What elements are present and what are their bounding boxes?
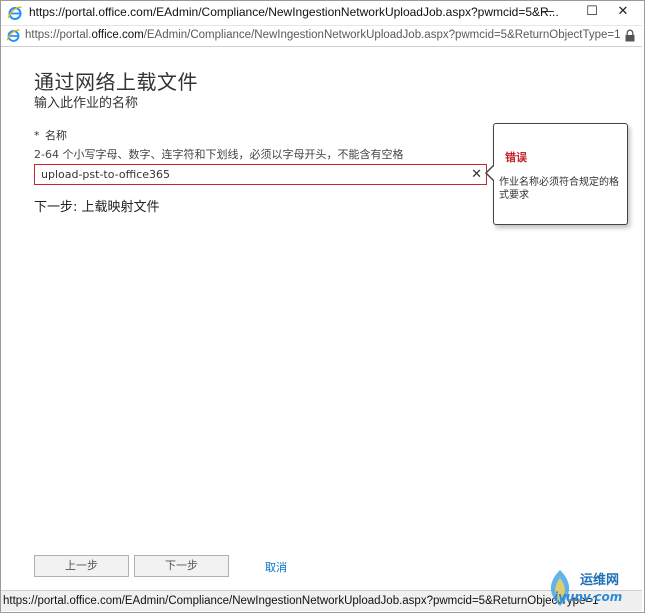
minimize-button[interactable]: — — [526, 1, 570, 25]
address-bar[interactable]: https://portal.office.com/EAdmin/Complia… — [1, 25, 642, 47]
lock-icon[interactable] — [624, 29, 636, 42]
internet-explorer-icon — [7, 6, 22, 20]
watermark-text: 运维网 — [580, 573, 620, 588]
url-domain: office.com — [91, 29, 144, 41]
required-marker: * — [34, 129, 40, 142]
url-prefix: https://portal. — [25, 29, 92, 41]
close-button[interactable]: ✕ — [601, 1, 645, 25]
error-callout: 错误 作业名称必须符合规定的格式要求 — [485, 123, 628, 225]
next-step-link: 下一步: 上载映射文件 — [34, 200, 160, 215]
site-watermark: 运维网 iyunv.com — [512, 566, 642, 610]
back-button[interactable]: 上一步 — [34, 555, 129, 577]
next-button[interactable]: 下一步 — [134, 555, 229, 577]
window-title: https://portal.office.com/EAdmin/Complia… — [29, 5, 559, 19]
url-path: /EAdmin/Compliance/NewIngestionNetworkUp… — [143, 29, 621, 41]
watermark-subtext: iyunv.com — [554, 590, 623, 604]
clear-input-icon[interactable]: ✕ — [471, 165, 482, 184]
status-bar-url: https://portal.office.com/EAdmin/Complia… — [3, 595, 599, 607]
error-message: 作业名称必须符合规定的格式要求 — [499, 177, 619, 201]
page-title: 通过网络上载文件 — [34, 70, 198, 94]
cancel-link[interactable]: 取消 — [265, 559, 287, 575]
callout-arrow-inner — [487, 165, 495, 181]
name-label: * 名称 — [34, 127, 67, 143]
name-hint: 2-64 个小写字母、数字、连字符和下划线，必须以字母开头，不能含有空格 — [34, 148, 404, 161]
name-field[interactable]: ✕ — [34, 164, 487, 185]
title-bar: https://portal.office.com/EAdmin/Complia… — [1, 1, 644, 25]
job-name-input[interactable] — [35, 165, 461, 184]
page-subtitle: 输入此作业的名称 — [34, 96, 139, 111]
name-label-text: 名称 — [45, 129, 67, 142]
address-url[interactable]: https://portal.office.com/EAdmin/Complia… — [25, 29, 621, 41]
error-title: 错误 — [505, 151, 527, 164]
internet-explorer-icon — [6, 29, 20, 42]
